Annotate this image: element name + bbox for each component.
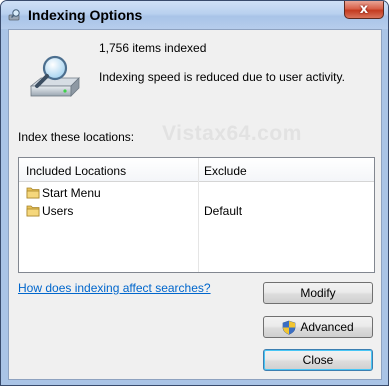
location-name: Users [42, 204, 74, 218]
title-bar[interactable]: Indexing Options x [1, 1, 388, 29]
location-row-users[interactable]: Users Default [19, 202, 374, 220]
folder-icon [26, 187, 40, 199]
indexing-help-link[interactable]: How does indexing affect searches? [18, 281, 211, 295]
modify-button[interactable]: Modify [263, 282, 373, 304]
list-header: Included Locations Exclude [19, 158, 374, 182]
drive-magnifier-icon [29, 55, 80, 97]
indexing-status-message: Indexing speed is reduced due to user ac… [99, 70, 345, 84]
indexing-icon [8, 9, 20, 21]
folder-icon [26, 205, 40, 217]
window-title: Indexing Options [28, 7, 143, 23]
close-button-label: Close [302, 353, 334, 367]
dialog-body: 1,756 items indexed Indexing speed is re… [8, 29, 382, 380]
column-header-exclude[interactable]: Exclude [204, 164, 247, 178]
index-locations-heading: Index these locations: [18, 130, 135, 144]
close-button[interactable]: Close [263, 349, 373, 371]
advanced-button[interactable]: Advanced [263, 316, 373, 338]
uac-shield-icon [283, 320, 296, 335]
location-row-start-menu[interactable]: Start Menu [19, 184, 374, 202]
watermark: Vistax64.com [162, 122, 302, 145]
locations-list[interactable]: Included Locations Exclude Start Menu Us… [18, 157, 375, 273]
location-exclude: Default [204, 204, 243, 218]
indexing-options-window: Indexing Options x 1,756 items indexed I… [0, 0, 389, 386]
modify-button-label: Modify [300, 286, 336, 300]
location-name: Start Menu [42, 186, 101, 200]
advanced-button-label: Advanced [300, 320, 354, 334]
close-window-button[interactable]: x [344, 1, 384, 19]
items-indexed-count: 1,756 items indexed [99, 41, 207, 55]
close-icon: x [359, 2, 369, 17]
column-header-included[interactable]: Included Locations [26, 164, 126, 178]
